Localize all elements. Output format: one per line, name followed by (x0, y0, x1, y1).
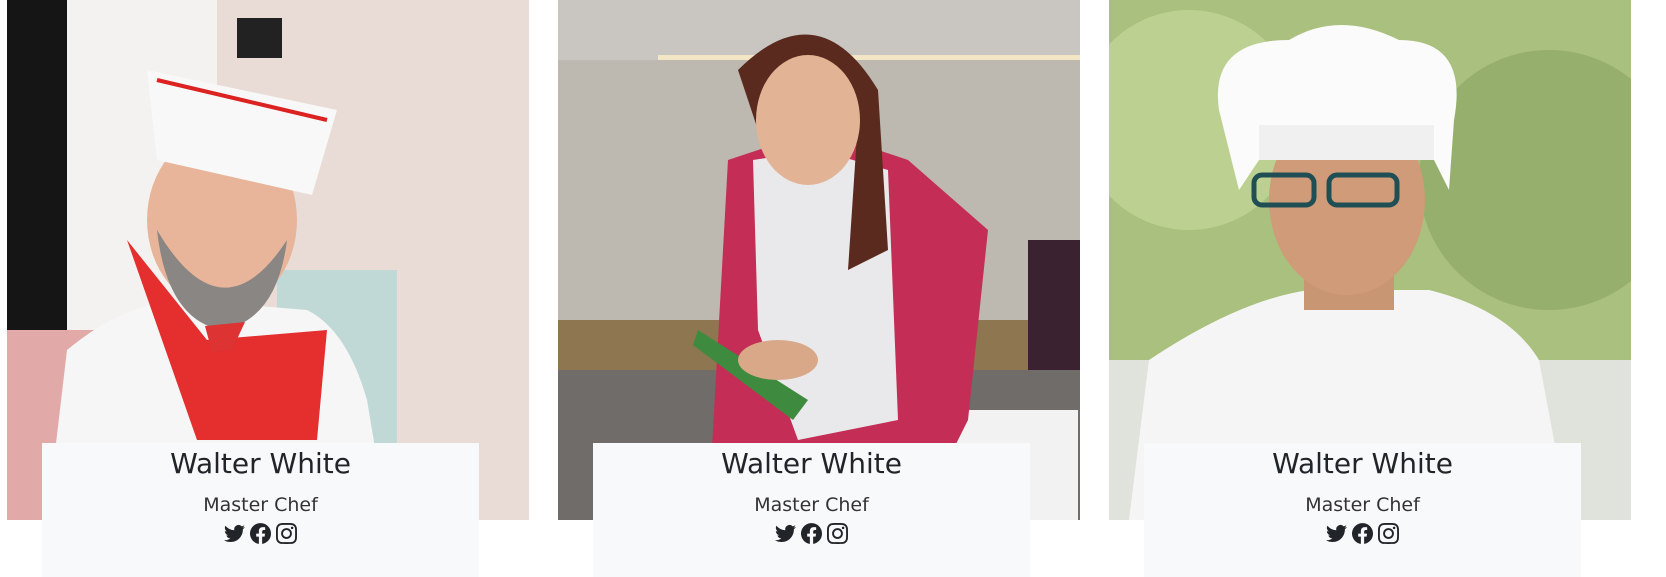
facebook-link[interactable] (250, 523, 271, 544)
facebook-icon (801, 523, 822, 544)
member-role: Master Chef (754, 494, 869, 516)
team-member-info: Walter White Master Chef (1144, 443, 1581, 577)
facebook-link[interactable] (1352, 523, 1373, 544)
instagram-link[interactable] (1378, 523, 1399, 544)
twitter-link[interactable] (224, 523, 245, 544)
instagram-icon (827, 523, 848, 544)
team-member-card: Walter White Master Chef (7, 0, 529, 577)
twitter-link[interactable] (775, 523, 796, 544)
twitter-icon (775, 524, 796, 543)
chef-photo-illustration (1109, 0, 1631, 520)
social-links (42, 523, 479, 544)
twitter-icon (1326, 524, 1347, 543)
chef-photo (7, 0, 529, 520)
chef-photo (558, 0, 1080, 520)
chef-photo-illustration (7, 0, 529, 520)
member-role: Master Chef (203, 494, 318, 516)
facebook-link[interactable] (801, 523, 822, 544)
instagram-icon (276, 523, 297, 544)
member-name: Walter White (1272, 447, 1453, 480)
member-name: Walter White (170, 447, 351, 480)
chef-photo (1109, 0, 1631, 520)
chef-photo-illustration (558, 0, 1080, 520)
team-member-card: Walter White Master Chef (1109, 0, 1631, 577)
member-name: Walter White (721, 447, 902, 480)
team-member-info: Walter White Master Chef (42, 443, 479, 577)
social-links (593, 523, 1030, 544)
social-links (1144, 523, 1581, 544)
twitter-icon (224, 524, 245, 543)
instagram-link[interactable] (276, 523, 297, 544)
twitter-link[interactable] (1326, 523, 1347, 544)
facebook-icon (250, 523, 271, 544)
instagram-link[interactable] (827, 523, 848, 544)
member-role: Master Chef (1305, 494, 1420, 516)
team-member-info: Walter White Master Chef (593, 443, 1030, 577)
team-member-card: Walter White Master Chef (558, 0, 1080, 577)
facebook-icon (1352, 523, 1373, 544)
instagram-icon (1378, 523, 1399, 544)
